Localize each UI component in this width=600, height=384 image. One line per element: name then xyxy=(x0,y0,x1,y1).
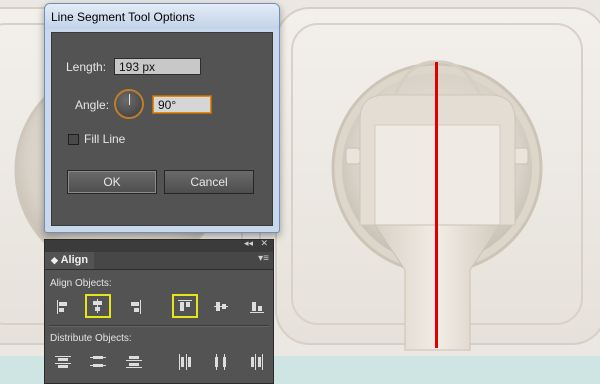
panel-divider xyxy=(49,325,269,327)
distribute-objects-label: Distribute Objects: xyxy=(50,333,132,344)
horizontal-distribute-right-button[interactable] xyxy=(244,350,270,374)
tab-align-label: Align xyxy=(60,254,89,266)
angle-label: Angle: xyxy=(75,98,110,112)
vertical-distribute-top-button[interactable] xyxy=(50,350,76,374)
vertical-align-top-button[interactable] xyxy=(172,294,198,318)
vertical-align-center-button[interactable] xyxy=(208,295,234,319)
align-bottom-icon xyxy=(250,302,264,313)
align-top-icon xyxy=(178,300,192,311)
panel-tabbar: ◆ Align ▾≡ xyxy=(45,252,273,270)
distribute-vcenter-icon xyxy=(90,356,106,367)
align-hcenter-icon xyxy=(93,299,102,313)
fill-line-label: Fill Line xyxy=(84,132,126,146)
align-panel: ◂◂ ✕ ◆ Align ▾≡ Align Objects: Distribut… xyxy=(44,238,274,384)
panel-menu-icon[interactable]: ▾≡ xyxy=(258,253,269,264)
vertical-distribute-center-button[interactable] xyxy=(85,350,111,374)
horizontal-distribute-center-button[interactable] xyxy=(208,350,234,374)
distribute-bottom-icon xyxy=(126,356,142,368)
align-vcenter-icon xyxy=(214,302,228,311)
distribute-right-icon xyxy=(251,354,263,370)
tab-align[interactable]: ◆ Align xyxy=(45,252,95,269)
distribute-top-icon xyxy=(55,356,71,368)
horizontal-align-center-button[interactable] xyxy=(85,294,111,318)
align-left-icon xyxy=(57,300,67,314)
vertical-align-bottom-button[interactable] xyxy=(244,295,270,319)
line-segment-tool-options-dialog: Line Segment Tool Options Length: 193 px… xyxy=(44,3,280,233)
horizontal-align-right-button[interactable] xyxy=(122,295,148,319)
collapse-icon[interactable]: ◂◂ xyxy=(244,238,253,249)
align-right-icon xyxy=(131,300,141,314)
dialog-title[interactable]: Line Segment Tool Options xyxy=(45,4,279,29)
length-input[interactable]: 193 px xyxy=(114,58,201,75)
distribute-left-icon xyxy=(179,354,191,370)
cancel-button[interactable]: Cancel xyxy=(164,170,254,194)
fill-line-checkbox[interactable] xyxy=(68,134,79,145)
horizontal-distribute-left-button[interactable] xyxy=(172,350,198,374)
vertical-distribute-bottom-button[interactable] xyxy=(121,350,147,374)
angle-dial-icon[interactable] xyxy=(114,89,144,119)
ok-button[interactable]: OK xyxy=(67,170,157,194)
align-objects-label: Align Objects: xyxy=(50,278,112,289)
length-label: Length: xyxy=(66,60,107,74)
horizontal-align-left-button[interactable] xyxy=(50,295,76,319)
angle-input[interactable]: 90° xyxy=(153,96,211,113)
dialog-body: Length: 193 px Angle: 90° Fill Line OK C… xyxy=(51,32,273,226)
close-icon[interactable]: ✕ xyxy=(260,238,268,249)
tab-arrows-icon: ◆ xyxy=(51,255,58,265)
distribute-hcenter-icon xyxy=(215,354,226,370)
panel-header: ◂◂ ✕ xyxy=(45,238,273,252)
